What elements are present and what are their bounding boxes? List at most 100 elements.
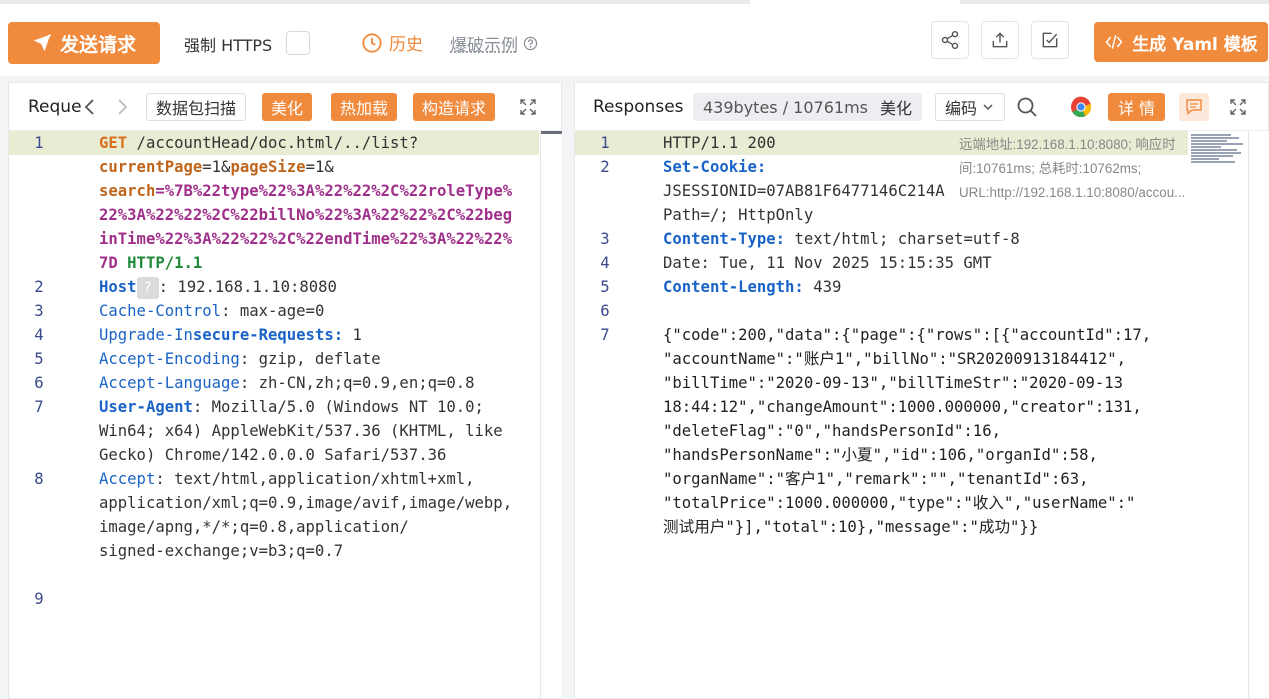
chevron-down-icon bbox=[983, 104, 993, 111]
code-line: 3 Cache-Control: max-age=0 bbox=[9, 299, 539, 323]
code-line: "billTime":"2020-09-13","billTimeStr":"2… bbox=[575, 371, 1246, 395]
history-button[interactable]: 历史 bbox=[361, 30, 423, 55]
code-line: 1 GET /accountHead/doc.html/../list? bbox=[9, 131, 539, 155]
response-scrollbar[interactable] bbox=[1248, 131, 1269, 698]
comment-button[interactable] bbox=[1179, 93, 1209, 121]
chrome-icon[interactable] bbox=[1070, 96, 1092, 118]
code-text: inTime%22%3A%22%22%2C%22endTime%22%3A%22… bbox=[99, 230, 513, 248]
code-text: "totalPrice":1000.000000,"type":"收入","us… bbox=[663, 494, 1136, 512]
line-number: 4 bbox=[34, 326, 44, 344]
code-line: 18:44:12","changeAmount":1000.000000,"cr… bbox=[575, 395, 1246, 419]
code-text: signed-exchange;v=b3;q=0.7 bbox=[99, 542, 344, 560]
upload-icon bbox=[992, 32, 1008, 48]
history-label: 历史 bbox=[389, 35, 423, 55]
generate-yaml-template-button[interactable]: 生成 Yaml 模板 bbox=[1094, 22, 1268, 62]
brute-force-example-link[interactable]: 爆破示例 bbox=[450, 31, 538, 56]
checkbox-square-icon bbox=[1042, 32, 1058, 48]
force-https-checkbox[interactable] bbox=[286, 31, 310, 55]
detail-button[interactable]: 详 情 bbox=[1108, 93, 1165, 121]
code-line: "organName":"客户1","remark":"","tenantId"… bbox=[575, 467, 1246, 491]
share-button[interactable] bbox=[931, 21, 969, 59]
code-line: 5 Accept-Encoding: gzip, deflate bbox=[9, 347, 539, 371]
scrollbar-thumb[interactable] bbox=[541, 131, 562, 134]
help-icon bbox=[523, 36, 538, 51]
code-line: 22%3A%22%22%2C%22billNo%22%3A%22%22%2C%2… bbox=[9, 203, 539, 227]
expand-icon[interactable] bbox=[1229, 98, 1247, 116]
code-text: search=%7B%22type%22%3A%22%22%2C%22roleT… bbox=[99, 182, 513, 200]
code-line: "deleteFlag":"0","handsPersonId":16, bbox=[575, 419, 1246, 443]
code-line: image/apng,*/*;q=0.8,application/ bbox=[9, 515, 539, 539]
mark-button[interactable] bbox=[1031, 21, 1069, 59]
line-number: 3 bbox=[34, 302, 44, 320]
construct-request-button[interactable]: 构造请求 bbox=[413, 93, 496, 121]
line-number: 5 bbox=[600, 278, 610, 296]
request-panel: Reque 数据包扫描 美化 热加载 构造请求 1 GET /accountHe… bbox=[8, 82, 562, 699]
code-text: currentPage=1&pageSize=1& bbox=[99, 158, 334, 176]
help-badge[interactable]: ? bbox=[136, 276, 159, 299]
line-number: 7 bbox=[34, 398, 44, 416]
code-text: Cache-Control: max-age=0 bbox=[99, 302, 325, 320]
response-tab-title[interactable]: Responses bbox=[593, 97, 684, 117]
send-request-button[interactable]: 发送请求 bbox=[8, 22, 160, 64]
hot-load-button[interactable]: 热加载 bbox=[331, 93, 398, 121]
code-text: Accept-Encoding: gzip, deflate bbox=[99, 350, 381, 368]
code-line: 测试用户"}],"total":10},"message":"成功"}} bbox=[575, 515, 1246, 539]
chevron-left-icon[interactable] bbox=[81, 97, 99, 117]
code-line: 2 Host?: 192.168.1.10:8080 bbox=[9, 275, 539, 299]
response-viewer[interactable]: 1 HTTP/1.1 200 2 Set-Cookie: JSESSIONID=… bbox=[575, 131, 1268, 698]
code-text: Set-Cookie: bbox=[663, 158, 767, 176]
line-number: 9 bbox=[34, 590, 44, 608]
code-line: search=%7B%22type%22%3A%22%22%2C%22roleT… bbox=[9, 179, 539, 203]
packet-scan-button[interactable]: 数据包扫描 bbox=[146, 93, 247, 121]
response-panel: Responses 439bytes / 10761ms 美化 编码 详 情 1… bbox=[574, 82, 1269, 699]
code-text: {"code":200,"data":{"page":{"rows":[{"ac… bbox=[663, 326, 1152, 344]
code-text: Content-Type: text/html; charset=utf-8 bbox=[663, 230, 1020, 248]
code-text: Path=/; HttpOnly bbox=[663, 206, 814, 224]
response-beautify-button[interactable]: 美化 bbox=[870, 93, 923, 121]
main-toolbar: 发送请求 强制 HTTPS 历史 爆破示例 生成 Yaml 模板 bbox=[0, 4, 1269, 76]
export-button[interactable] bbox=[981, 21, 1019, 59]
response-meta-info: 远端地址:192.168.1.10:8080; 响应时间:10761ms; 总耗… bbox=[959, 137, 1186, 200]
force-https-label: 强制 HTTPS bbox=[184, 36, 273, 55]
search-icon[interactable] bbox=[1016, 96, 1038, 118]
request-editor[interactable]: 1 GET /accountHead/doc.html/../list? cur… bbox=[9, 131, 561, 698]
line-number: 1 bbox=[34, 134, 44, 152]
expand-icon[interactable] bbox=[519, 98, 537, 116]
code-line: signed-exchange;v=b3;q=0.7 bbox=[9, 539, 539, 563]
code-text: 22%3A%22%22%2C%22billNo%22%3A%22%22%2C%2… bbox=[99, 206, 513, 224]
code-text: HTTP/1.1 200 bbox=[663, 134, 776, 152]
code-text: JSESSIONID=07AB81F6477146C214A bbox=[663, 182, 945, 200]
comment-icon bbox=[1186, 99, 1202, 116]
line-number: 6 bbox=[34, 374, 44, 392]
code-line: application/xml;q=0.9,image/avif,image/w… bbox=[9, 491, 539, 515]
line-number: 7 bbox=[600, 326, 610, 344]
code-line: 7 User-Agent: Mozilla/5.0 (Windows NT 10… bbox=[9, 395, 539, 419]
code-line: 7D HTTP/1.1 bbox=[9, 251, 539, 275]
code-text: Upgrade-Insecure-Requests: 1 bbox=[99, 326, 362, 344]
code-icon bbox=[1105, 35, 1123, 49]
code-text: GET /accountHead/doc.html/../list? bbox=[99, 134, 419, 152]
code-line: 5 Content-Length: 439 bbox=[575, 275, 1246, 299]
code-minimap[interactable] bbox=[1191, 133, 1245, 165]
send-icon bbox=[33, 33, 52, 52]
request-beautify-button[interactable]: 美化 bbox=[262, 93, 313, 121]
line-number: 3 bbox=[600, 230, 610, 248]
line-number: 8 bbox=[34, 470, 44, 488]
line-number: 2 bbox=[600, 158, 610, 176]
code-line: 3 Content-Type: text/html; charset=utf-8 bbox=[575, 227, 1246, 251]
line-number: 6 bbox=[600, 302, 610, 320]
code-text: User-Agent: Mozilla/5.0 (Windows NT 10.0… bbox=[99, 398, 484, 416]
request-scrollbar[interactable] bbox=[540, 131, 562, 698]
request-tab-title[interactable]: Reque bbox=[28, 97, 82, 117]
code-line: 4 Upgrade-Insecure-Requests: 1 bbox=[9, 323, 539, 347]
encoding-select[interactable]: 编码 bbox=[935, 93, 1006, 121]
request-panel-toolbar: Reque 数据包扫描 美化 热加载 构造请求 bbox=[9, 83, 561, 131]
code-text: image/apng,*/*;q=0.8,application/ bbox=[99, 518, 409, 536]
code-text: Date: Tue, 11 Nov 2025 15:15:35 GMT bbox=[663, 254, 992, 272]
chevron-right-icon[interactable] bbox=[113, 97, 131, 117]
code-line: "handsPersonName":"小夏","id":106,"organId… bbox=[575, 443, 1246, 467]
code-line: "totalPrice":1000.000000,"type":"收入","us… bbox=[575, 491, 1246, 515]
code-line: Gecko) Chrome/142.0.0.0 Safari/537.36 bbox=[9, 443, 539, 467]
code-line: 6 bbox=[575, 299, 1246, 323]
send-request-label: 发送请求 bbox=[59, 33, 136, 56]
